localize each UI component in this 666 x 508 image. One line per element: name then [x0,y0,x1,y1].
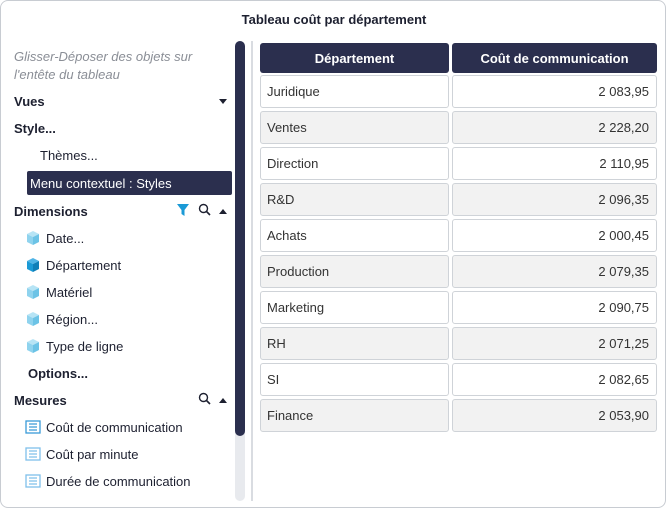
panel-divider[interactable] [251,41,253,501]
dimension-item-date[interactable]: Date... [7,226,232,250]
table-cell-departement[interactable]: Production [260,255,449,288]
measure-item-cout-communication[interactable]: Coût de communication [7,415,232,439]
table-cell-departement[interactable]: Direction [260,147,449,180]
cube-icon [25,230,41,246]
section-mesures-label: Mesures [14,392,67,408]
table-cell-cout[interactable]: 2 096,35 [452,183,657,216]
table-cell-cout[interactable]: 2 110,95 [452,147,657,180]
section-vues[interactable]: Vues [7,89,232,113]
table-cell-cout[interactable]: 2 071,25 [452,327,657,360]
chevron-up-icon[interactable] [219,208,227,214]
dimension-item-type-de-ligne[interactable]: Type de ligne [7,334,232,358]
window-frame: Tableau coût par département Glisser-Dép… [0,0,666,508]
dimension-item-label: Type de ligne [46,338,124,354]
cube-icon [25,311,41,327]
column-header-cout[interactable]: Coût de communication [452,43,657,73]
measure-icon [25,473,41,489]
section-dimensions[interactable]: Dimensions [7,199,232,223]
measure-item-label: Durée de communication [46,473,191,489]
chevron-up-icon[interactable] [219,397,227,403]
dimension-item-label: Matériel [46,284,93,300]
drag-drop-hint: Glisser-Déposer des objets sur l'entête … [14,49,193,82]
dimension-item-materiel[interactable]: Matériel [7,280,232,304]
themes-label: Thèmes... [40,147,98,163]
filter-icon[interactable] [176,203,190,220]
table-cell-cout[interactable]: 2 090,75 [452,291,657,324]
options-label: Options... [28,365,88,381]
sidebar: Glisser-Déposer des objets sur l'entête … [7,41,232,501]
context-menu-styles-label: Menu contextuel : Styles [30,175,172,191]
section-vues-label: Vues [14,93,45,109]
section-style-label: Style... [14,120,56,136]
dimension-item-region[interactable]: Région... [7,307,232,331]
table-cell-departement[interactable]: Achats [260,219,449,252]
measure-item-label: Coût par minute [46,446,139,462]
table-cell-departement[interactable]: RH [260,327,449,360]
section-dimensions-label: Dimensions [14,203,88,219]
column-header-departement[interactable]: Département [260,43,449,73]
sidebar-scrollbar-thumb[interactable] [235,41,245,436]
cube-icon [25,284,41,300]
table-cell-departement[interactable]: R&D [260,183,449,216]
dimension-item-departement[interactable]: Département [7,253,232,277]
table-cell-departement[interactable]: Marketing [260,291,449,324]
table-cell-departement[interactable]: Juridique [260,75,449,108]
table-cell-cout[interactable]: 2 083,95 [452,75,657,108]
table-cell-departement[interactable]: Ventes [260,111,449,144]
dimension-item-label: Date... [46,230,85,246]
themes-item[interactable]: Thèmes... [7,143,232,167]
table-cell-cout[interactable]: 2 082,65 [452,363,657,396]
section-style[interactable]: Style... [7,116,232,140]
section-mesures[interactable]: Mesures [7,388,232,412]
cube-icon [25,338,41,354]
measure-item-duree-communication[interactable]: Durée de communication [7,469,232,493]
measure-icon [25,446,41,462]
dimension-item-label: Région... [46,311,99,327]
measure-icon [25,419,41,435]
measure-item-label: Coût de communication [46,419,183,435]
search-icon[interactable] [198,203,211,219]
context-menu-styles-item[interactable]: Menu contextuel : Styles [27,171,232,195]
table-cell-cout[interactable]: 2 079,35 [452,255,657,288]
table-cell-cout[interactable]: 2 228,20 [452,111,657,144]
table-cell-departement[interactable]: Finance [260,399,449,432]
options-item[interactable]: Options... [7,361,232,385]
measure-item-cout-minute[interactable]: Coût par minute [7,442,232,466]
search-icon[interactable] [198,392,211,408]
page-title: Tableau coût par département [241,12,427,27]
table-cell-cout[interactable]: 2 053,90 [452,399,657,432]
dimension-item-label: Département [46,257,122,273]
chevron-down-icon[interactable] [219,98,227,104]
table-cell-departement[interactable]: SI [260,363,449,396]
cube-icon [25,257,41,273]
table-cell-cout[interactable]: 2 000,45 [452,219,657,252]
